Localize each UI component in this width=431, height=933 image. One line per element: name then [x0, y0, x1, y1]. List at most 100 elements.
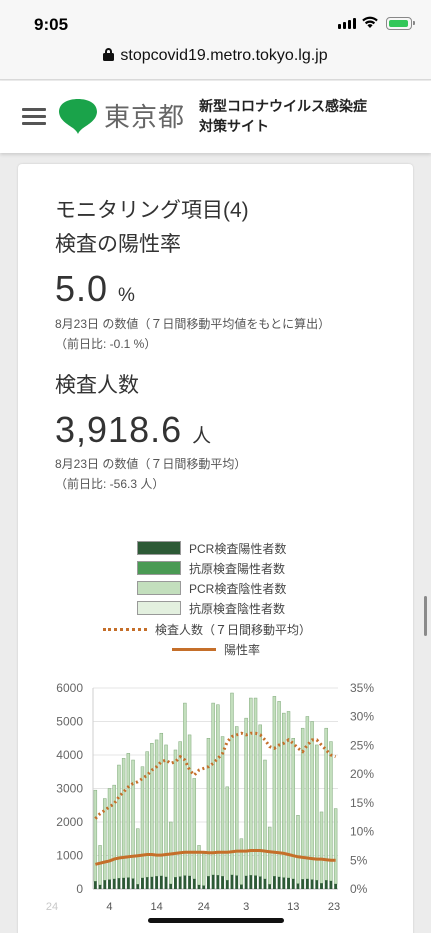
bar-negative — [296, 815, 300, 884]
x-tick-label: 23 — [328, 901, 340, 913]
y-right-tick-label: 35% — [350, 681, 374, 695]
bar-negative — [253, 697, 258, 876]
bar-negative — [310, 721, 314, 880]
bar-positive — [178, 876, 182, 889]
bar-negative — [164, 744, 168, 878]
lock-icon — [103, 48, 115, 61]
bar-negative — [319, 811, 324, 884]
bar-negative — [192, 778, 197, 880]
bar-negative — [98, 845, 102, 886]
tokyo-ginkgo-logo-icon[interactable] — [58, 98, 98, 136]
bar-negative — [249, 697, 253, 876]
y-right-tick-label: 25% — [350, 738, 374, 752]
browser-url-bar[interactable]: stopcovid19.metro.tokyo.lg.jp — [0, 40, 431, 80]
bar-negative — [333, 808, 338, 885]
bar-positive — [268, 884, 272, 889]
y-left-tick-label: 6000 — [56, 681, 83, 695]
bar-positive — [239, 884, 243, 889]
bar-positive — [202, 885, 206, 889]
url-display[interactable]: stopcovid19.metro.tokyo.lg.jp — [0, 47, 431, 65]
monitoring-card: モニタリング項目(4) 検査の陽性率 5.0% 8月23日 の数値（７日間移動平… — [18, 164, 413, 933]
bar-positive — [159, 875, 163, 889]
bar-negative — [263, 759, 267, 880]
bar-positive — [93, 881, 97, 889]
site-title[interactable]: 新型コロナウイルス感染症 対策サイト — [199, 96, 399, 136]
bar-negative — [150, 743, 154, 878]
bar-positive — [117, 878, 121, 889]
bar-positive — [98, 884, 102, 889]
bar-negative — [187, 734, 192, 877]
bar-positive — [282, 877, 286, 889]
bar-negative — [107, 788, 112, 880]
bar-positive — [277, 876, 281, 889]
bar-positive — [263, 878, 267, 889]
tokyo-logo-text[interactable]: 東京都 — [104, 97, 185, 134]
y-left-tick-label: 2000 — [56, 815, 83, 829]
y-left-tick-label: 5000 — [56, 715, 83, 729]
bar-negative — [272, 696, 277, 877]
bar-negative — [140, 766, 145, 879]
bar-positive — [103, 880, 107, 889]
bar-positive — [126, 877, 130, 889]
site-header: 東京都 新型コロナウイルス感染症 対策サイト — [0, 81, 431, 153]
clock: 9:05 — [34, 15, 69, 34]
bar-negative — [121, 758, 126, 879]
bar-positive — [183, 875, 187, 889]
page-scrollbar[interactable] — [424, 596, 427, 636]
bar-negative — [211, 702, 215, 876]
bar-negative — [277, 701, 281, 878]
bar-positive — [235, 875, 239, 889]
bar-positive — [329, 880, 333, 889]
wifi-icon — [362, 16, 378, 28]
bar-positive — [296, 883, 300, 889]
bar-positive — [188, 875, 192, 889]
bar-positive — [249, 875, 253, 889]
y-right-tick-label: 0% — [350, 882, 368, 896]
bar-positive — [315, 880, 319, 889]
bar-negative — [178, 741, 182, 877]
home-indicator[interactable] — [148, 918, 284, 923]
bar-negative — [305, 716, 310, 880]
x-tick-label: 4 — [106, 901, 112, 913]
bar-positive — [225, 880, 229, 889]
x-tick-label: 24 — [198, 901, 210, 913]
y-left-tick-label: 4000 — [56, 748, 83, 762]
bar-positive — [287, 877, 290, 889]
x-tick-label: 3 — [243, 901, 249, 913]
bar-positive — [112, 878, 116, 889]
y-left-tick-label: 0 — [76, 882, 83, 896]
bar-positive — [291, 878, 295, 889]
y-right-tick-label: 20% — [350, 767, 374, 781]
bar-positive — [131, 878, 135, 889]
bar-negative — [220, 736, 225, 877]
y-left-tick-label: 1000 — [56, 849, 83, 863]
bar-negative — [258, 724, 262, 877]
bar-positive — [136, 884, 140, 889]
y-right-tick-label: 10% — [350, 825, 374, 839]
bar-positive — [150, 876, 154, 889]
bar-positive — [169, 883, 173, 889]
bar-negative — [239, 838, 244, 885]
bar-positive — [192, 878, 196, 889]
y-right-tick-label: 30% — [350, 710, 374, 724]
bar-positive — [244, 875, 248, 889]
bar-positive — [305, 878, 309, 889]
bar-positive — [334, 883, 338, 889]
bar-negative — [131, 759, 135, 879]
bar-negative — [183, 702, 187, 876]
bar-negative — [117, 764, 121, 879]
bar-positive — [145, 877, 149, 889]
bar-negative — [230, 692, 234, 876]
bar-negative — [173, 749, 178, 878]
menu-icon[interactable] — [22, 108, 46, 126]
y-right-tick-label: 5% — [350, 853, 368, 867]
battery-charging-icon — [386, 17, 415, 30]
bar-positive — [301, 879, 305, 889]
x-tick-label: 14 — [150, 901, 162, 913]
bar-positive — [324, 880, 328, 889]
bar-positive — [122, 877, 126, 889]
bar-positive — [206, 876, 210, 889]
bar-positive — [173, 877, 177, 889]
cellular-signal-icon — [338, 18, 356, 29]
bar-negative — [145, 751, 149, 878]
